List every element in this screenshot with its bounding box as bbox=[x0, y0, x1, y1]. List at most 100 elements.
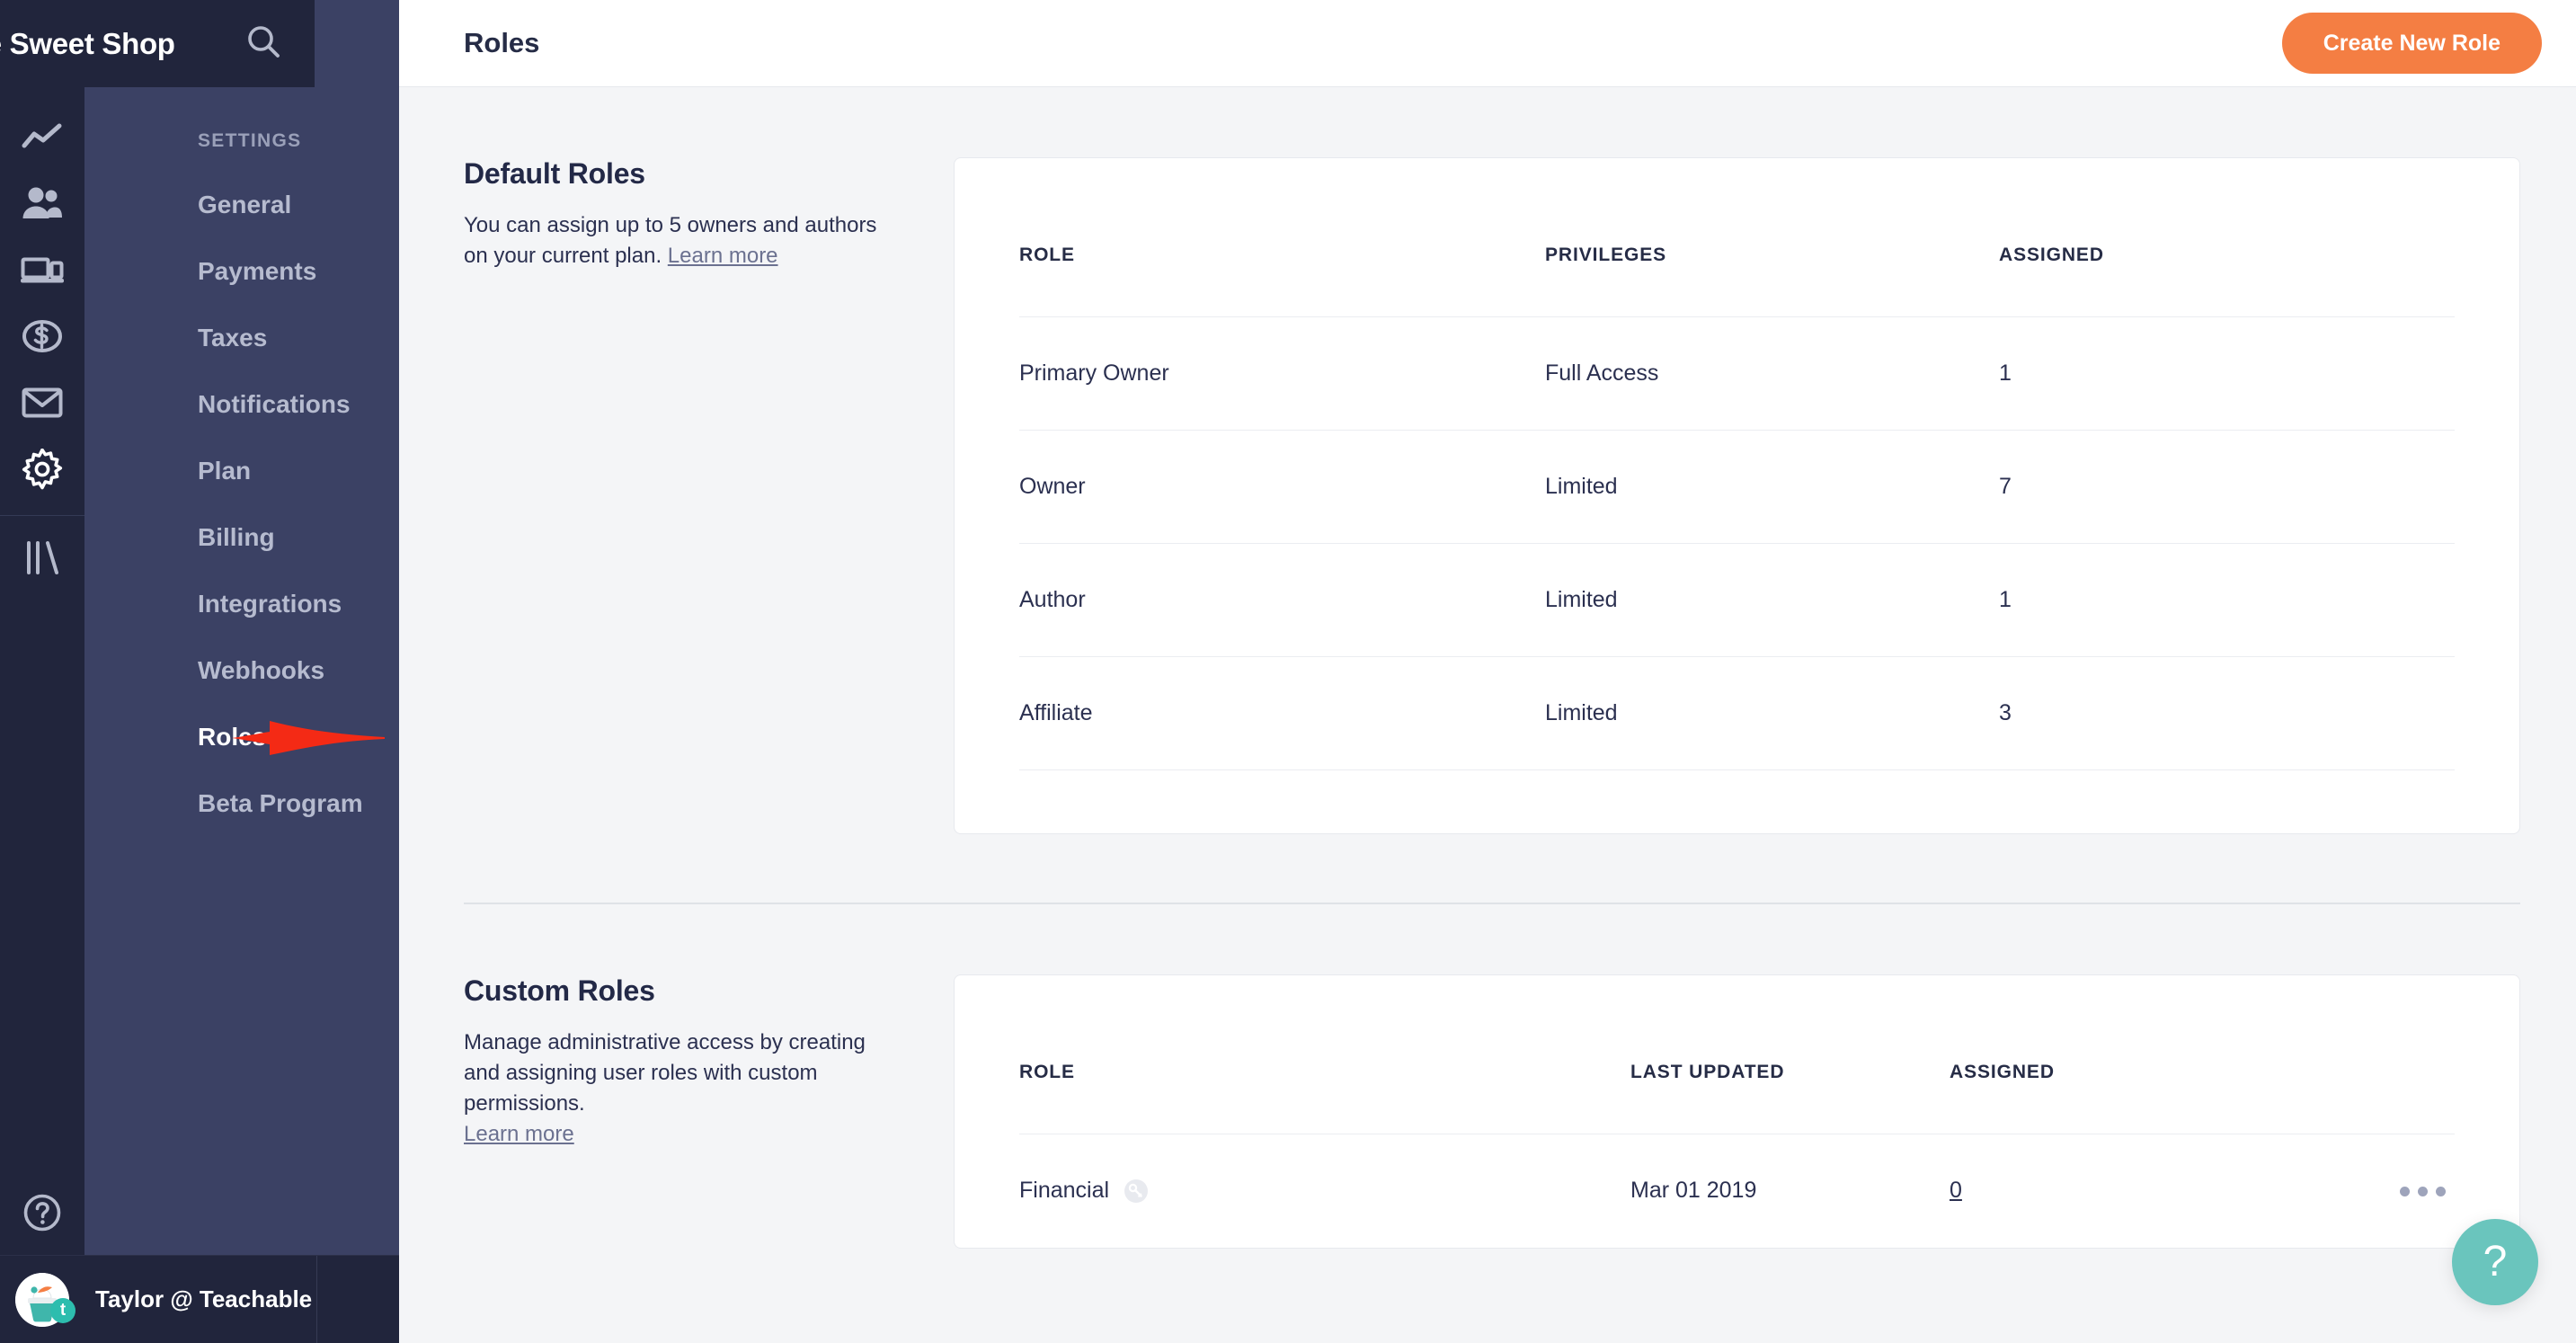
settings-nav-list: SETTINGS General Payments Taxes Notifica… bbox=[84, 0, 399, 837]
cell-assigned: 7 bbox=[1999, 431, 2455, 544]
column-header-privileges: PRIVILEGES bbox=[1545, 158, 1999, 317]
cell-role: Primary Owner bbox=[1019, 317, 1545, 431]
cell-privileges: Full Access bbox=[1545, 317, 1999, 431]
floating-help-button[interactable]: ? bbox=[2452, 1219, 2538, 1305]
table-header-row: ROLE PRIVILEGES ASSIGNED bbox=[1019, 158, 2455, 317]
user-account-bar: t Taylor @ Teachable bbox=[0, 1255, 399, 1343]
table-row: Affiliate Limited 3 bbox=[1019, 657, 2455, 770]
column-header-role: ROLE bbox=[1019, 975, 1630, 1134]
cell-privileges: Limited bbox=[1545, 431, 1999, 544]
table-row: Financial bbox=[1019, 1134, 2455, 1248]
cell-row-actions bbox=[2264, 1134, 2455, 1248]
sidebar-item-notifications[interactable]: Notifications bbox=[84, 371, 399, 438]
key-icon bbox=[1124, 1178, 1149, 1204]
custom-roles-card: ROLE LAST UPDATED ASSIGNED Financial bbox=[954, 974, 2520, 1249]
column-header-role: ROLE bbox=[1019, 158, 1545, 317]
custom-roles-tbody: Financial bbox=[1019, 1134, 2455, 1248]
cell-role-label: Financial bbox=[1019, 1178, 1109, 1204]
sidebar-item-webhooks[interactable]: Webhooks bbox=[84, 637, 399, 704]
rail-item-site[interactable] bbox=[0, 236, 84, 303]
custom-roles-title: Custom Roles bbox=[464, 974, 903, 1008]
column-header-assigned: ASSIGNED bbox=[1950, 975, 2264, 1134]
cell-privileges: Limited bbox=[1545, 657, 1999, 770]
devices-site-icon bbox=[21, 254, 64, 285]
default-roles-description: You can assign up to 5 owners and author… bbox=[464, 210, 903, 271]
cell-role: Affiliate bbox=[1019, 657, 1545, 770]
custom-roles-thead: ROLE LAST UPDATED ASSIGNED bbox=[1019, 975, 2455, 1134]
rail-item-help[interactable] bbox=[0, 1179, 84, 1246]
sidebar-item-billing[interactable]: Billing bbox=[84, 504, 399, 571]
custom-roles-section: Custom Roles Manage administrative acces… bbox=[464, 904, 2520, 1249]
user-menu-button[interactable] bbox=[316, 1256, 399, 1343]
table-header-row: ROLE LAST UPDATED ASSIGNED bbox=[1019, 975, 2455, 1134]
cell-privileges: Limited bbox=[1545, 544, 1999, 657]
column-header-last-updated: LAST UPDATED bbox=[1630, 975, 1950, 1134]
cell-assigned: 3 bbox=[1999, 657, 2455, 770]
custom-roles-learn-more-link[interactable]: Learn more bbox=[464, 1122, 574, 1146]
cell-assigned: 1 bbox=[1999, 544, 2455, 657]
rail-item-sales[interactable] bbox=[0, 303, 84, 369]
table-row: Author Limited 1 bbox=[1019, 544, 2455, 657]
icon-rail bbox=[0, 0, 84, 1343]
column-header-actions bbox=[2264, 975, 2455, 1134]
page-body: Default Roles You can assign up to 5 own… bbox=[399, 87, 2576, 1343]
default-roles-learn-more-link[interactable]: Learn more bbox=[668, 244, 778, 268]
mail-envelope-icon bbox=[22, 387, 63, 419]
sidebar-item-payments[interactable]: Payments bbox=[84, 238, 399, 305]
ellipsis-menu-icon[interactable] bbox=[2391, 1178, 2455, 1205]
rail-item-users[interactable] bbox=[0, 170, 84, 236]
default-roles-thead: ROLE PRIVILEGES ASSIGNED bbox=[1019, 158, 2455, 317]
sidebar-item-integrations[interactable]: Integrations bbox=[84, 571, 399, 637]
dollar-circle-icon bbox=[22, 318, 63, 354]
main-content: Roles Create New Role Default Roles You … bbox=[399, 0, 2576, 1343]
default-roles-section: Default Roles You can assign up to 5 own… bbox=[464, 87, 2520, 834]
rail-divider bbox=[0, 515, 84, 516]
cell-role: Author bbox=[1019, 544, 1545, 657]
users-icon bbox=[22, 185, 63, 221]
sidebar-item-taxes[interactable]: Taxes bbox=[84, 305, 399, 371]
search-icon bbox=[245, 23, 281, 64]
column-header-assigned: ASSIGNED bbox=[1999, 158, 2455, 317]
analytics-line-chart-icon bbox=[22, 121, 63, 152]
assigned-count-link[interactable]: 0 bbox=[1950, 1178, 1962, 1203]
settings-nav-panel: SETTINGS General Payments Taxes Notifica… bbox=[84, 0, 399, 1343]
app-root: SETTINGS General Payments Taxes Notifica… bbox=[0, 0, 2576, 1343]
custom-roles-intro: Custom Roles Manage administrative acces… bbox=[464, 974, 954, 1249]
default-roles-intro: Default Roles You can assign up to 5 own… bbox=[464, 157, 954, 834]
search-button[interactable] bbox=[243, 23, 284, 65]
sidebar-item-plan[interactable]: Plan bbox=[84, 438, 399, 504]
help-circle-icon bbox=[22, 1193, 62, 1232]
gear-settings-icon bbox=[22, 449, 63, 490]
rail-icon-list bbox=[0, 87, 84, 591]
cell-assigned: 1 bbox=[1999, 317, 2455, 431]
brand-bar: The Sweet Shop bbox=[0, 0, 315, 87]
brand-title: The Sweet Shop bbox=[0, 27, 243, 61]
teachable-badge: t bbox=[50, 1298, 76, 1323]
default-roles-table: ROLE PRIVILEGES ASSIGNED Primary Owner F… bbox=[1019, 158, 2455, 770]
create-new-role-button[interactable]: Create New Role bbox=[2282, 13, 2542, 74]
settings-nav-heading: SETTINGS bbox=[84, 87, 399, 152]
rail-item-settings[interactable] bbox=[0, 436, 84, 503]
custom-roles-table: ROLE LAST UPDATED ASSIGNED Financial bbox=[1019, 975, 2455, 1248]
custom-roles-learn-more-wrap: Learn more bbox=[464, 1119, 903, 1150]
cell-assigned: 0 bbox=[1950, 1134, 2264, 1248]
table-row: Primary Owner Full Access 1 bbox=[1019, 317, 2455, 431]
custom-roles-description: Manage administrative access by creating… bbox=[464, 1027, 903, 1119]
sidebar-item-general[interactable]: General bbox=[84, 172, 399, 238]
sidebar-item-roles[interactable]: Roles bbox=[84, 704, 399, 770]
rail-item-analytics[interactable] bbox=[0, 103, 84, 170]
page-title: Roles bbox=[464, 27, 2282, 59]
cell-role: Owner bbox=[1019, 431, 1545, 544]
library-books-icon bbox=[23, 540, 61, 576]
cell-role: Financial bbox=[1019, 1134, 1630, 1248]
sidebar-item-beta-program[interactable]: Beta Program bbox=[84, 770, 399, 837]
default-roles-title: Default Roles bbox=[464, 157, 903, 191]
user-name: Taylor @ Teachable bbox=[84, 1285, 316, 1313]
avatar-wrapper[interactable]: t bbox=[0, 1273, 84, 1327]
rail-item-emails[interactable] bbox=[0, 369, 84, 436]
default-roles-card: ROLE PRIVILEGES ASSIGNED Primary Owner F… bbox=[954, 157, 2520, 834]
cell-last-updated: Mar 01 2019 bbox=[1630, 1134, 1950, 1248]
default-roles-tbody: Primary Owner Full Access 1 Owner Limite… bbox=[1019, 317, 2455, 770]
table-row: Owner Limited 7 bbox=[1019, 431, 2455, 544]
rail-item-library[interactable] bbox=[0, 525, 84, 591]
